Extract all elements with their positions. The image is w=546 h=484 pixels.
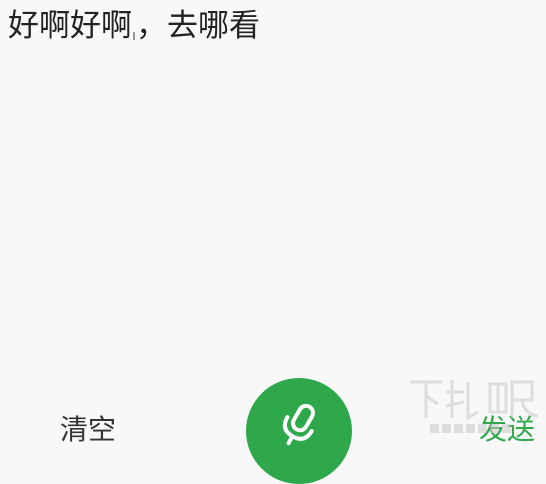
text-cursor	[133, 8, 135, 40]
transcript-text-before-cursor: 好啊好啊	[8, 8, 132, 44]
microphone-icon	[282, 403, 315, 446]
voice-input-transcript[interactable]: 好啊好啊 ，去哪看	[8, 4, 538, 48]
clear-button[interactable]: 清空	[60, 410, 116, 450]
transcript-text-after-cursor: ，去哪看	[136, 8, 260, 44]
microphone-button[interactable]	[246, 378, 352, 484]
send-button[interactable]: 发送	[479, 410, 535, 450]
